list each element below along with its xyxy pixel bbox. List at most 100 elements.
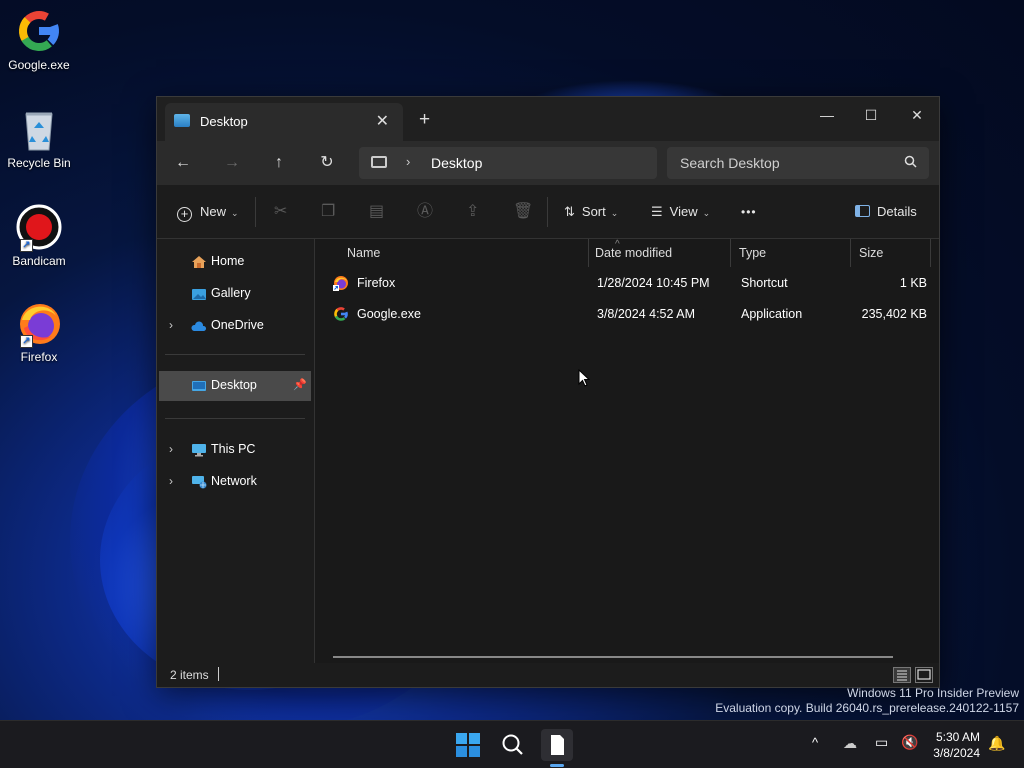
forward-button[interactable]: → — [220, 151, 244, 175]
delete-icon[interactable]: 🗑 — [513, 199, 533, 225]
search-button[interactable] — [497, 729, 529, 761]
tab-close-button[interactable]: ✕ — [376, 111, 389, 131]
nav-item-this-pc[interactable]: › This PC — [159, 435, 311, 465]
file-name: Firefox — [357, 276, 396, 290]
desktop-icon-bandicam[interactable]: ↗ Bandicam — [4, 204, 74, 268]
details-view-button[interactable] — [893, 667, 911, 683]
cut-icon[interactable]: ✂ — [274, 199, 287, 225]
watermark-line-1: Windows 11 Pro Insider Preview — [847, 686, 1019, 700]
nav-item-home[interactable]: Home — [159, 247, 311, 277]
nav-divider — [165, 354, 305, 355]
copy-icon[interactable]: ❐ — [321, 199, 335, 225]
back-button[interactable]: ← — [171, 151, 195, 175]
recycle-bin-icon — [16, 106, 62, 152]
maximize-button[interactable]: ☐ — [849, 101, 893, 129]
pin-icon: 📌 — [293, 379, 307, 391]
show-hidden-icons-button[interactable]: ^ — [812, 735, 818, 750]
start-button[interactable] — [452, 729, 484, 761]
title-bar[interactable]: Desktop ✕ + — ☐ ✕ — [157, 97, 939, 141]
clock-date: 3/8/2024 — [933, 746, 980, 760]
sort-label: Sort — [581, 204, 606, 219]
expand-chevron-icon[interactable]: › — [169, 318, 173, 332]
expand-chevron-icon[interactable]: › — [169, 474, 173, 488]
nav-item-gallery[interactable]: Gallery — [159, 279, 311, 309]
desktop-icon-google[interactable]: Google.exe — [4, 8, 74, 72]
file-type: Shortcut — [741, 276, 788, 290]
share-icon[interactable]: ⇪ — [466, 199, 479, 225]
desktop-icon-recycle-bin[interactable]: Recycle Bin — [4, 106, 74, 170]
bandicam-icon: ↗ — [16, 204, 62, 252]
column-header-size[interactable]: Size — [851, 239, 931, 267]
nav-divider — [165, 418, 305, 419]
breadcrumb-desktop[interactable]: Desktop — [431, 155, 482, 171]
file-size: 235,402 KB — [861, 307, 927, 321]
rename-icon[interactable]: Ⓐ — [417, 199, 433, 225]
search-box[interactable]: Search Desktop — [667, 147, 929, 179]
close-window-button[interactable]: ✕ — [895, 101, 939, 129]
chevron-down-icon: ⌄ — [231, 208, 239, 218]
plus-circle-icon: + — [177, 207, 192, 222]
sort-button[interactable]: ⇅ Sort ⌄ — [564, 199, 618, 225]
paste-icon[interactable]: ▤ — [369, 199, 384, 225]
item-count: 2 items — [170, 668, 209, 682]
file-explorer-taskbar-button[interactable] — [541, 729, 573, 767]
this-pc-icon — [191, 443, 207, 457]
view-button[interactable]: ☰ View ⌄ — [651, 199, 710, 225]
horizontal-scrollbar[interactable] — [333, 656, 893, 658]
monitor-icon — [371, 156, 387, 168]
onedrive-offline-icon[interactable]: ☁ — [843, 735, 857, 752]
up-button[interactable]: ↑ — [267, 151, 291, 175]
clock-time: 5:30 AM — [935, 730, 980, 744]
desktop-icon-firefox[interactable]: ↗ Firefox — [4, 300, 74, 364]
google-app-icon — [333, 306, 349, 325]
network-display-icon[interactable]: ▭ — [875, 734, 888, 751]
chevron-down-icon: ⌄ — [610, 208, 619, 218]
file-date: 3/8/2024 4:52 AM — [597, 307, 695, 321]
expand-chevron-icon[interactable]: › — [169, 442, 173, 456]
tab-desktop[interactable]: Desktop ✕ — [165, 103, 403, 141]
navigation-pane: Home Gallery › OneDrive Desktop 📌 › This… — [157, 239, 315, 663]
nav-item-label: Desktop — [211, 378, 257, 392]
large-icons-view-button[interactable] — [915, 667, 933, 683]
network-icon — [191, 475, 207, 489]
clock[interactable]: 5:30 AM 3/8/2024 — [933, 729, 980, 761]
view-list-icon: ☰ — [651, 204, 663, 219]
new-tab-button[interactable]: + — [419, 109, 430, 131]
nav-item-label: Network — [211, 474, 257, 488]
column-header-name[interactable]: Name — [339, 239, 589, 267]
file-row-firefox[interactable]: Firefox 1/28/2024 10:45 PM Shortcut 1 KB — [327, 269, 933, 299]
nav-item-network[interactable]: › Network — [159, 467, 311, 497]
refresh-button[interactable]: ↻ — [315, 151, 339, 175]
nav-item-onedrive[interactable]: › OneDrive — [159, 311, 311, 341]
column-header-date-modified[interactable]: Date modified — [587, 239, 731, 267]
desktop-icon-label: Bandicam — [12, 254, 66, 268]
notification-bell-icon[interactable]: 🔔 — [988, 735, 1005, 752]
column-header-type[interactable]: Type — [731, 239, 851, 267]
more-options-button[interactable]: ••• — [741, 199, 757, 225]
minimize-button[interactable]: — — [805, 101, 849, 129]
details-pane-icon — [855, 205, 870, 217]
details-label: Details — [877, 204, 917, 219]
details-pane-button[interactable]: Details — [855, 199, 917, 225]
file-row-google-exe[interactable]: Google.exe 3/8/2024 4:52 AM Application … — [327, 300, 933, 330]
shortcut-arrow-icon: ↗ — [20, 335, 33, 348]
active-app-indicator — [550, 764, 564, 767]
tab-title: Desktop — [200, 114, 248, 129]
status-divider — [218, 667, 219, 681]
nav-item-desktop[interactable]: Desktop 📌 — [159, 371, 311, 401]
watermark-line-2: Evaluation copy. Build 26040.rs_prerelea… — [715, 701, 1019, 715]
document-icon — [551, 735, 564, 755]
file-type: Application — [741, 307, 803, 321]
shortcut-arrow-icon: ↗ — [20, 239, 33, 252]
details-view-icon — [897, 670, 907, 681]
volume-muted-icon[interactable]: 🔇 — [901, 734, 918, 751]
sort-icon: ⇅ — [564, 204, 575, 219]
new-button[interactable]: + New ⌄ — [177, 199, 239, 225]
address-bar[interactable]: › Desktop — [359, 147, 657, 179]
firefox-shortcut-icon — [333, 275, 349, 294]
status-bar: 2 items — [157, 663, 939, 687]
breadcrumb-separator[interactable]: › — [406, 154, 410, 169]
windows-logo-icon — [456, 733, 480, 757]
home-icon — [191, 255, 207, 269]
search-placeholder: Search Desktop — [680, 155, 780, 171]
